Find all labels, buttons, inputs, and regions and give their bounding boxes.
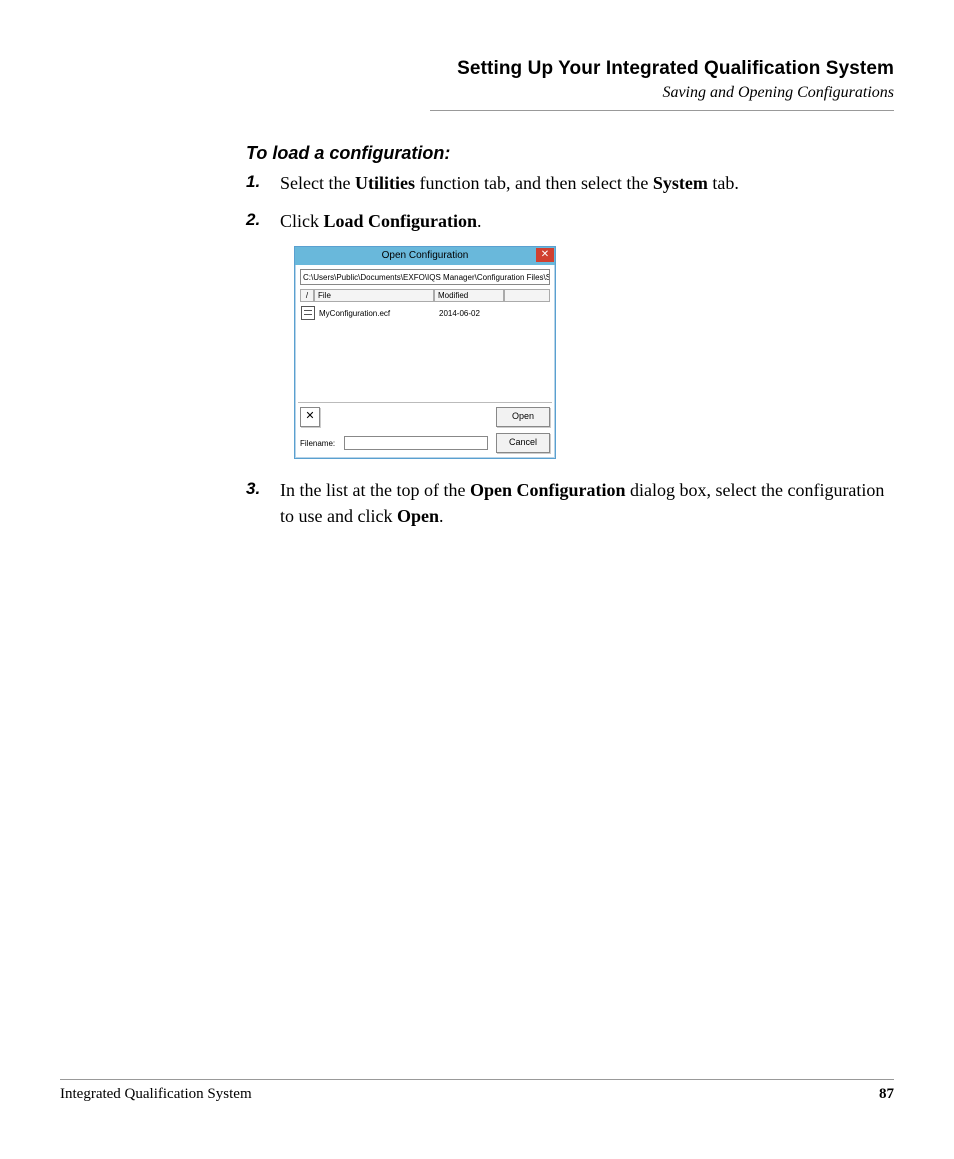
chapter-title: Setting Up Your Integrated Qualification… xyxy=(260,58,894,80)
column-sort[interactable]: / xyxy=(300,289,314,302)
file-icon xyxy=(301,306,315,320)
file-list-header: / File Modified xyxy=(300,289,550,302)
step-text: Select the Utilities function tab, and t… xyxy=(280,170,739,196)
header-rule xyxy=(430,110,894,111)
section-title: Saving and Opening Configurations xyxy=(260,84,894,102)
path-dropdown[interactable]: C:\Users\Public\Documents\EXFO\IQS Manag… xyxy=(300,269,550,285)
page-number: 87 xyxy=(879,1086,894,1103)
step-number: 1. xyxy=(246,170,266,196)
dialog-title: Open Configuration xyxy=(382,250,469,261)
filename-input[interactable] xyxy=(344,436,488,450)
filename-label: Filename: xyxy=(300,439,340,448)
list-item[interactable]: MyConfiguration.ecf 2014-06-02 xyxy=(300,304,550,322)
column-spacer xyxy=(504,289,550,302)
file-name: MyConfiguration.ecf xyxy=(319,309,435,318)
file-list[interactable]: MyConfiguration.ecf 2014-06-02 xyxy=(300,304,550,400)
open-configuration-dialog: Open Configuration ✕ C:\Users\Public\Doc… xyxy=(294,246,556,459)
step-text: Click Load Configuration. xyxy=(280,208,482,234)
path-text: C:\Users\Public\Documents\EXFO\IQS Manag… xyxy=(303,273,550,282)
file-modified: 2014-06-02 xyxy=(439,309,509,318)
close-icon[interactable]: ✕ xyxy=(536,248,554,262)
footer-rule xyxy=(60,1079,894,1080)
step-text: In the list at the top of the Open Confi… xyxy=(280,477,894,529)
step-number: 2. xyxy=(246,208,266,234)
dialog-titlebar: Open Configuration ✕ xyxy=(295,247,555,265)
footer-doc-title: Integrated Qualification System xyxy=(60,1086,252,1103)
step-number: 3. xyxy=(246,477,266,529)
column-file[interactable]: File xyxy=(314,289,434,302)
delete-button[interactable]: ✕ xyxy=(300,407,320,427)
column-modified[interactable]: Modified xyxy=(434,289,504,302)
open-button[interactable]: Open xyxy=(496,407,550,427)
procedure-heading: To load a configuration: xyxy=(246,143,894,164)
cancel-button[interactable]: Cancel xyxy=(496,433,550,453)
